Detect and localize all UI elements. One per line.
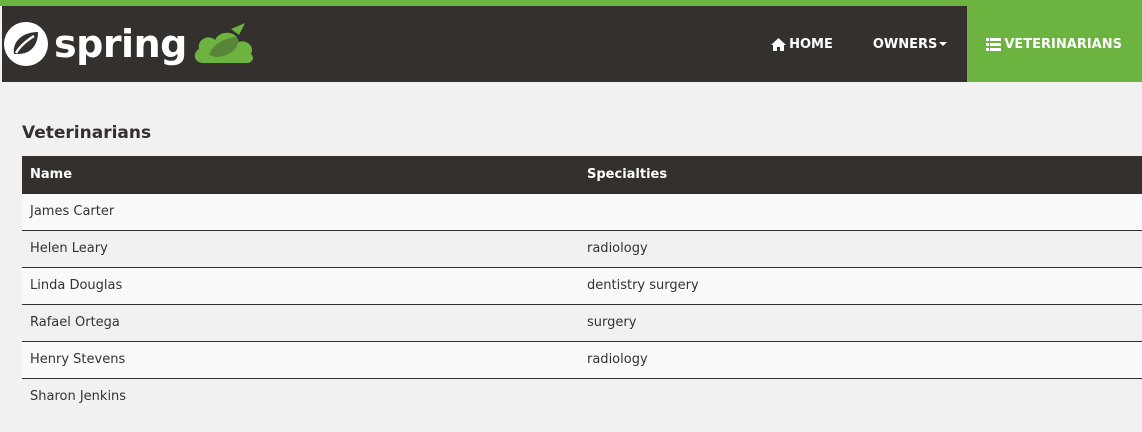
- nav-owners-label: Owners: [872, 36, 938, 52]
- page-title: Veterinarians: [22, 123, 152, 143]
- spring-leaf-icon: [4, 22, 48, 66]
- table-header-row: Name Specialties: [22, 156, 1142, 193]
- petclinic-cloud-icon: [194, 23, 253, 64]
- table-row: Sharon Jenkins: [22, 378, 1142, 415]
- vet-name: Rafael Ortega: [30, 315, 120, 330]
- table-row: Helen Leary radiology: [22, 230, 1142, 267]
- brand-name: spring: [54, 22, 187, 66]
- nav-home[interactable]: Home: [751, 6, 853, 82]
- vet-specialties: surgery: [587, 315, 637, 330]
- table-row: James Carter: [22, 193, 1142, 230]
- list-icon: [986, 37, 1002, 51]
- vet-name: Henry Stevens: [30, 352, 126, 367]
- vet-specialties: [579, 378, 1142, 415]
- vet-name: Sharon Jenkins: [30, 389, 127, 405]
- vet-specialties: dentistry surgery: [587, 278, 699, 293]
- navbar: spring Home Owners: [2, 6, 1142, 82]
- nav-veterinarians-label: Veterinarians: [1004, 36, 1122, 52]
- vet-specialties: radiology: [587, 241, 648, 256]
- vet-name: James Carter: [30, 204, 115, 219]
- header-specialties: Specialties: [587, 166, 668, 182]
- header-name: Name: [30, 166, 73, 182]
- table-row: Rafael Ortega surgery: [22, 304, 1142, 341]
- table-row: Linda Douglas dentistry surgery: [22, 267, 1142, 304]
- vets-table: Name Specialties James Carter Helen Lear…: [22, 156, 1142, 415]
- vet-name: Helen Leary: [30, 241, 108, 256]
- vet-specialties: radiology: [587, 352, 648, 367]
- table-row: Henry Stevens radiology: [22, 341, 1142, 378]
- nav-veterinarians[interactable]: Veterinarians: [967, 6, 1142, 82]
- vet-name: Linda Douglas: [30, 278, 123, 293]
- brand-logo[interactable]: spring: [2, 14, 257, 74]
- main-nav: Home Owners Veterinarians: [751, 6, 1142, 82]
- home-icon: [771, 37, 787, 51]
- vet-specialties: [579, 193, 1142, 230]
- caret-down-icon: [939, 42, 948, 46]
- nav-owners[interactable]: Owners: [853, 6, 968, 82]
- nav-home-label: Home: [789, 36, 833, 52]
